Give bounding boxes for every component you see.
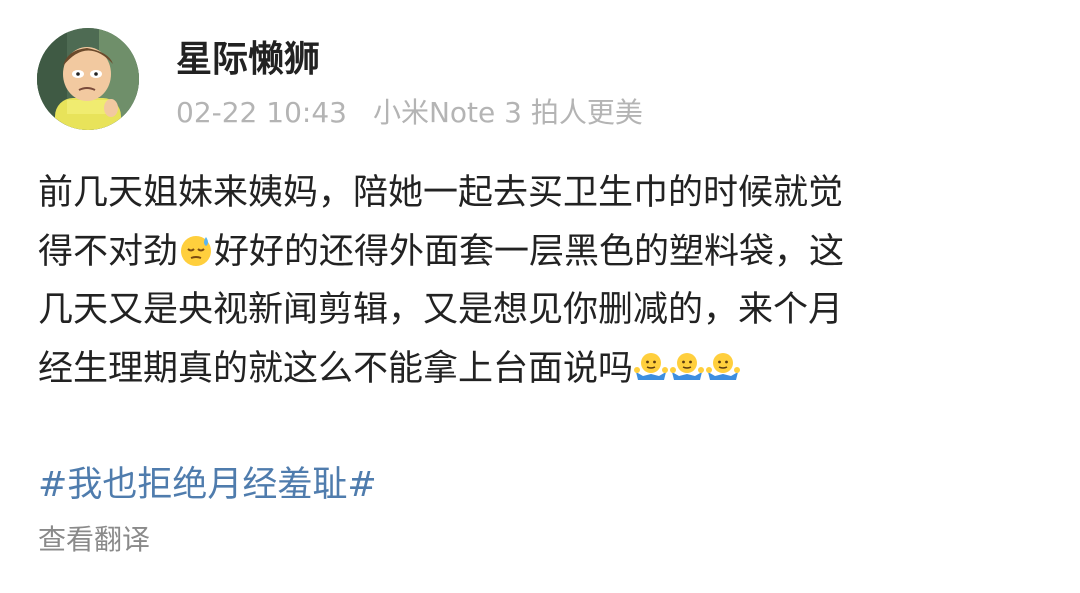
shrug-emoji-icon xyxy=(670,350,705,384)
content-line: 得不对劲 好好的还得外面套一层黑色的塑料袋，这 xyxy=(38,223,1018,282)
content-line: 前几天姐妹来姨妈，陪她一起去买卫生巾的时候就觉 xyxy=(38,164,1018,223)
shrug-emoji-icon xyxy=(706,350,741,384)
post-meta: 02-22 10:43 小米Note 3 拍人更美 xyxy=(176,94,643,132)
weibo-post: 星际懒狮 02-22 10:43 小米Note 3 拍人更美 前几天姐妹来姨妈，陪… xyxy=(0,0,1080,593)
post-source[interactable]: 小米Note 3 拍人更美 xyxy=(373,96,643,129)
content-text: 得不对劲 xyxy=(38,231,179,272)
post-content: 前几天姐妹来姨妈，陪她一起去买卫生巾的时候就觉 得不对劲 好好的还得外面套一层黑… xyxy=(38,164,1018,398)
post-timestamp: 02-22 10:43 xyxy=(176,96,347,129)
topic-hashtag-link[interactable]: #我也拒绝月经羞耻# xyxy=(38,456,377,514)
cartoon-character-avatar-icon xyxy=(37,28,139,130)
sweat-face-emoji-icon xyxy=(179,233,213,267)
content-text: 好好的还得外面套一层黑色的塑料袋，这 xyxy=(214,231,845,272)
content-line: 经生理期真的就这么不能拿上台面说吗 xyxy=(38,340,1018,399)
username[interactable]: 星际懒狮 xyxy=(176,36,320,84)
translate-button[interactable]: 查看翻译 xyxy=(38,520,150,560)
shrug-emoji-icon xyxy=(634,350,669,384)
content-text: 几天又是央视新闻剪辑，又是想见你删减的，来个月 xyxy=(38,290,844,330)
content-text: 前几天姐妹来姨妈，陪她一起去买卫生巾的时候就觉 xyxy=(38,173,844,213)
content-line: 几天又是央视新闻剪辑，又是想见你删减的，来个月 xyxy=(38,281,1018,340)
avatar[interactable] xyxy=(37,28,139,130)
content-text: 经生理期真的就这么不能拿上台面说吗 xyxy=(38,348,634,389)
